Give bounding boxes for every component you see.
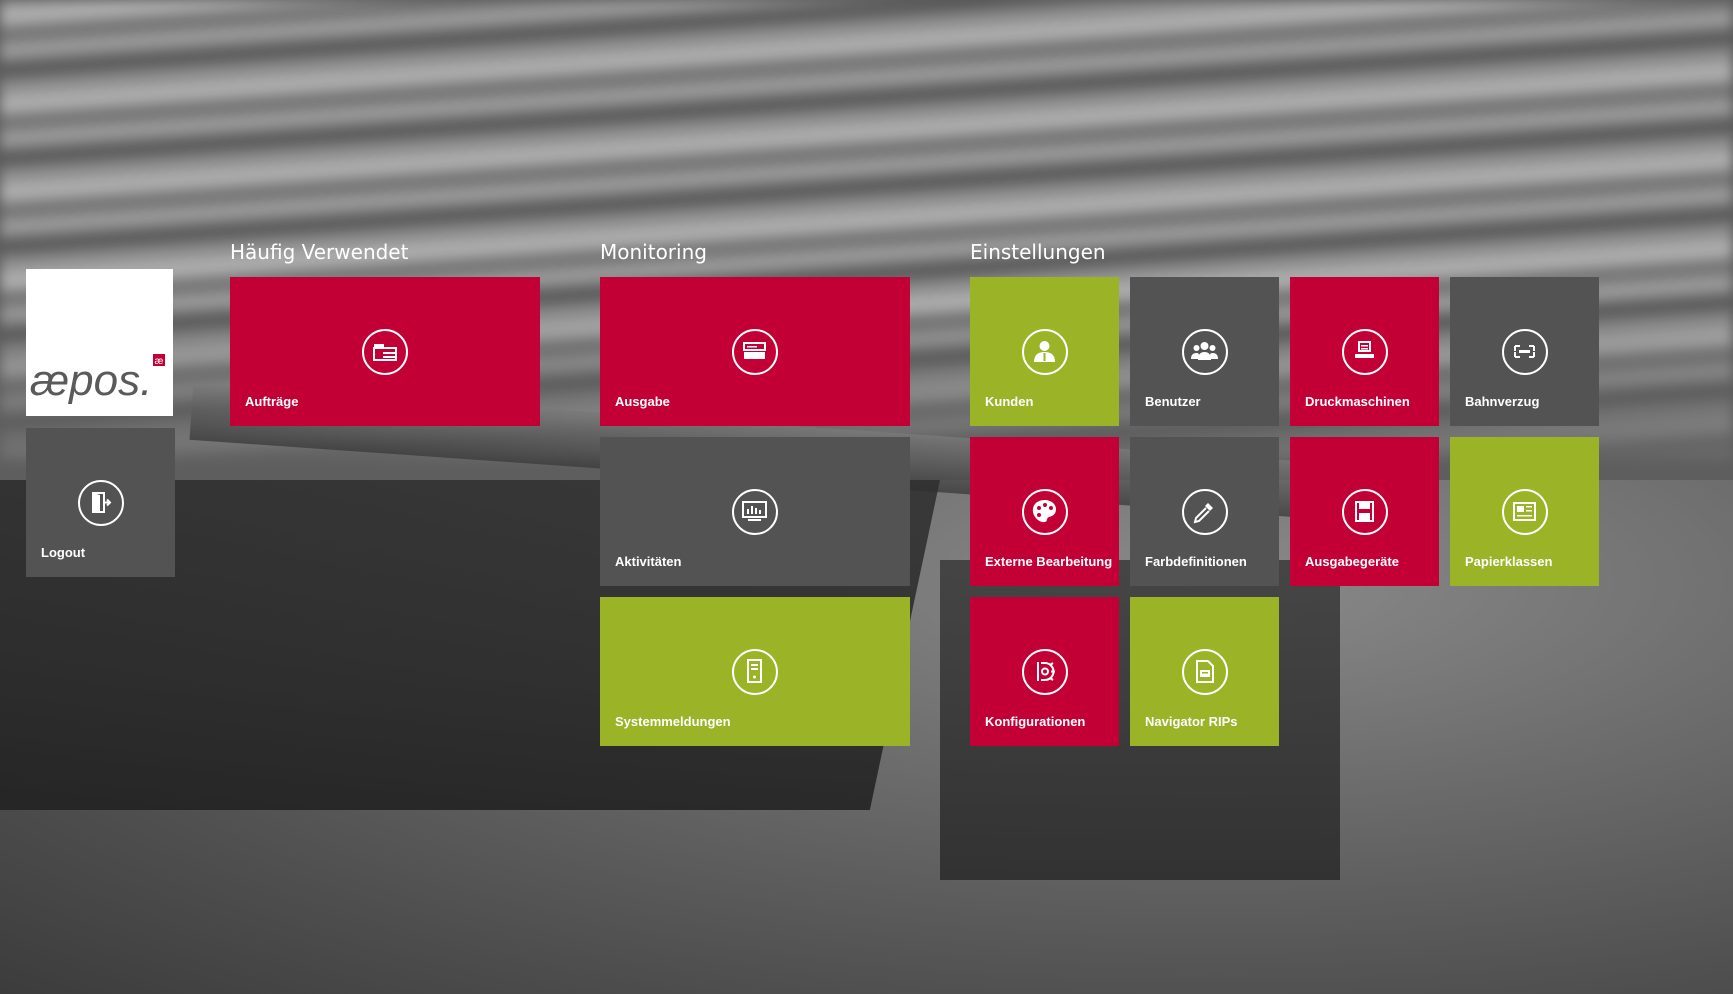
tile-ausgabegeraete[interactable]: Ausgabegeräte [1290, 437, 1439, 586]
tile-label: Druckmaschinen [1305, 394, 1410, 409]
section-title-monitoring: Monitoring [600, 240, 707, 264]
tile-label: Navigator RIPs [1145, 714, 1238, 729]
tile-label: Konfigurationen [985, 714, 1086, 729]
orders-icon [362, 328, 408, 375]
tile-label: Ausgabegeräte [1305, 554, 1399, 569]
tile-label: Farbdefinitionen [1145, 554, 1247, 569]
web-distortion-icon [1501, 328, 1548, 375]
tile-bahnverzug[interactable]: Bahnverzug [1450, 277, 1599, 426]
system-messages-icon [732, 648, 778, 695]
tile-farbdefinitionen[interactable]: Farbdefinitionen [1130, 437, 1279, 586]
tile-auftraege[interactable]: Aufträge [230, 277, 540, 426]
tile-ausgabe[interactable]: Ausgabe [600, 277, 910, 426]
tile-label: Bahnverzug [1465, 394, 1540, 409]
tile-label: Benutzer [1145, 394, 1201, 409]
tile-label: Aufträge [245, 394, 299, 409]
logout-icon [77, 479, 124, 526]
configuration-icon [1021, 648, 1068, 695]
tile-label: Systemmeldungen [615, 714, 731, 729]
palette-icon [1021, 488, 1068, 535]
logo-text: æpos. [30, 356, 152, 405]
output-icon [732, 328, 778, 375]
output-device-icon [1341, 488, 1388, 535]
aepos-logo: æpos. æ [26, 269, 173, 416]
activity-monitor-icon [732, 488, 778, 535]
rip-file-icon [1181, 648, 1228, 695]
tile-papierklassen[interactable]: Papierklassen [1450, 437, 1599, 586]
tile-label: Papierklassen [1465, 554, 1553, 569]
eyedropper-icon [1181, 488, 1228, 535]
tile-label: Externe Bearbeitung [985, 554, 1113, 569]
tile-konfigurationen[interactable]: Konfigurationen [970, 597, 1119, 746]
tile-kunden[interactable]: Kunden [970, 277, 1119, 426]
section-title-frequent: Häufig Verwendet [230, 240, 409, 264]
tile-aktivitaeten[interactable]: Aktivitäten [600, 437, 910, 586]
logout-button[interactable]: Logout [26, 428, 175, 577]
tile-systemmeldungen[interactable]: Systemmeldungen [600, 597, 910, 746]
tile-label: Kunden [985, 394, 1034, 409]
tile-label: Aktivitäten [615, 554, 682, 569]
logout-label: Logout [41, 545, 86, 560]
tile-benutzer[interactable]: Benutzer [1130, 277, 1279, 426]
printer-icon [1341, 328, 1388, 375]
logo-mark: æ [155, 356, 164, 367]
tile-navigator-rips[interactable]: Navigator RIPs [1130, 597, 1279, 746]
tile-externe-bearbeitung[interactable]: Externe Bearbeitung [970, 437, 1119, 586]
tile-druckmaschinen[interactable]: Druckmaschinen [1290, 277, 1439, 426]
users-icon [1181, 328, 1228, 375]
section-title-settings: Einstellungen [970, 240, 1106, 264]
tile-label: Ausgabe [615, 394, 670, 409]
paper-class-icon [1501, 488, 1548, 535]
customer-icon [1021, 328, 1068, 375]
